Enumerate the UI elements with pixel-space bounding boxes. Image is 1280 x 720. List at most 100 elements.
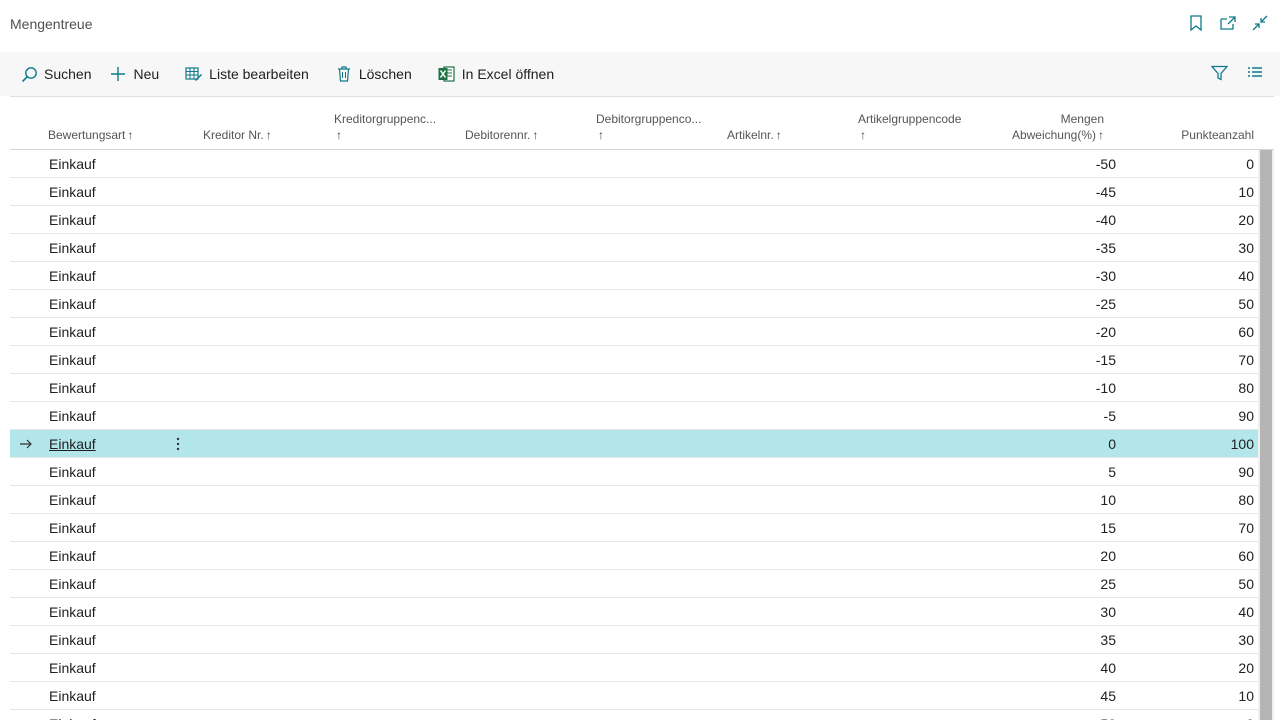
bookmark-icon[interactable]	[1188, 14, 1204, 32]
table-row[interactable]: Einkauf 10 80	[10, 486, 1258, 514]
cell-mengen-abweichung: 10	[1100, 492, 1116, 508]
table-row[interactable]: Einkauf -25 50	[10, 290, 1258, 318]
edit-list-button-label: Liste bearbeiten	[209, 66, 309, 82]
table-row[interactable]: Einkauf -20 60	[10, 318, 1258, 346]
edit-list-button[interactable]: Liste bearbeiten	[185, 52, 309, 96]
cell-bewertungsart: Einkauf	[49, 380, 96, 396]
column-header-debitorgruppen[interactable]: Debitorgruppenco... ↑	[596, 111, 701, 143]
cell-bewertungsart: Einkauf	[49, 688, 96, 704]
search-button-label: Suchen	[44, 66, 92, 82]
cell-punkteanzahl: 60	[1238, 324, 1254, 340]
action-list: Suchen Neu Liste bearbeiten Löschen In E…	[20, 52, 580, 96]
cell-bewertungsart: Einkauf	[49, 464, 96, 480]
cell-punkteanzahl: 20	[1238, 660, 1254, 676]
delete-button-label: Löschen	[358, 66, 412, 82]
table-row[interactable]: Einkauf -10 80	[10, 374, 1258, 402]
table-row[interactable]: Einkauf 20 60	[10, 542, 1258, 570]
table-row[interactable]: Einkauf -35 30	[10, 234, 1258, 262]
delete-button[interactable]: Löschen	[335, 52, 412, 96]
cell-mengen-abweichung: -40	[1095, 212, 1116, 228]
cell-mengen-abweichung: 15	[1100, 520, 1116, 536]
data-grid: Bewertungsart ↑ Kreditor Nr. ↑ Kreditorgru…	[10, 96, 1274, 720]
sort-ascending-icon: ↑	[532, 128, 539, 142]
action-bar: Suchen Neu Liste bearbeiten Löschen In E…	[0, 52, 1280, 96]
cell-mengen-abweichung: 35	[1100, 632, 1116, 648]
table-row[interactable]: Einkauf 0 100	[10, 430, 1258, 458]
column-header-debitorennr[interactable]: Debitorennr. ↑	[465, 127, 538, 143]
column-header-punkteanzahl[interactable]: Punkteanzahl	[1134, 127, 1254, 143]
column-header-kreditorgruppen[interactable]: Kreditorgruppenc... ↑	[334, 111, 436, 143]
sort-ascending-icon: ↑	[336, 128, 342, 142]
row-more-options-icon[interactable]	[172, 434, 184, 454]
column-header-label: Artikelgruppencode	[858, 112, 962, 126]
column-header-kreditor[interactable]: Kreditor Nr. ↑	[203, 127, 272, 143]
table-row[interactable]: Einkauf 15 70	[10, 514, 1258, 542]
cell-bewertungsart: Einkauf	[49, 212, 96, 228]
table-row[interactable]: Einkauf 25 50	[10, 570, 1258, 598]
table-row[interactable]: Einkauf 30 40	[10, 598, 1258, 626]
cell-mengen-abweichung: 20	[1100, 548, 1116, 564]
cell-punkteanzahl: 0	[1246, 156, 1254, 172]
cell-punkteanzahl: 80	[1238, 492, 1254, 508]
grid-rows: Einkauf -50 0 Einkauf -45 10 Einkauf -40 20 Einka…	[10, 150, 1258, 720]
cell-mengen-abweichung: -45	[1095, 184, 1116, 200]
open-in-excel-button[interactable]: In Excel öffnen	[438, 52, 554, 96]
cell-punkteanzahl: 30	[1238, 632, 1254, 648]
cell-bewertungsart: Einkauf	[49, 240, 96, 256]
column-header-bewertungsart[interactable]: Bewertungsart ↑	[48, 127, 133, 143]
cell-bewertungsart[interactable]: Einkauf	[49, 436, 96, 452]
cell-punkteanzahl: 80	[1238, 380, 1254, 396]
title-bar: Mengentreue	[0, 0, 1280, 52]
sort-ascending-icon: ↑	[598, 128, 604, 142]
sort-ascending-icon: ↑	[265, 128, 272, 142]
table-row[interactable]: Einkauf 35 30	[10, 626, 1258, 654]
cell-mengen-abweichung: 25	[1100, 576, 1116, 592]
column-header-label: Punkteanzahl	[1181, 128, 1254, 142]
title-actions	[1188, 14, 1268, 32]
table-row[interactable]: Einkauf -5 90	[10, 402, 1258, 430]
cell-mengen-abweichung: 45	[1100, 688, 1116, 704]
table-row[interactable]: Einkauf 5 90	[10, 458, 1258, 486]
cell-punkteanzahl: 50	[1238, 296, 1254, 312]
column-header-label: Bewertungsart	[48, 128, 126, 142]
cell-mengen-abweichung: 5	[1108, 464, 1116, 480]
table-row[interactable]: Einkauf -50 0	[10, 150, 1258, 178]
new-button[interactable]: Neu	[109, 52, 159, 96]
sort-ascending-icon: ↑	[1098, 128, 1104, 142]
cell-mengen-abweichung: -5	[1103, 408, 1116, 424]
cell-punkteanzahl: 10	[1238, 184, 1254, 200]
table-row[interactable]: Einkauf -30 40	[10, 262, 1258, 290]
table-row[interactable]: Einkauf -40 20	[10, 206, 1258, 234]
column-header-artikelnr[interactable]: Artikelnr. ↑	[727, 127, 782, 143]
list-view-icon[interactable]	[1246, 64, 1264, 82]
cell-mengen-abweichung: -10	[1095, 380, 1116, 396]
table-row[interactable]: Einkauf -45 10	[10, 178, 1258, 206]
cell-punkteanzahl: 20	[1238, 212, 1254, 228]
search-icon	[20, 65, 38, 83]
grid-header: Bewertungsart ↑ Kreditor Nr. ↑ Kreditorgru…	[10, 96, 1274, 150]
vertical-scrollbar[interactable]	[1258, 150, 1274, 720]
cell-mengen-abweichung: -50	[1095, 156, 1116, 172]
excel-icon	[438, 65, 456, 83]
search-button[interactable]: Suchen	[20, 52, 91, 96]
cell-mengen-abweichung: 40	[1100, 660, 1116, 676]
cell-punkteanzahl: 60	[1238, 548, 1254, 564]
cell-punkteanzahl: 40	[1238, 604, 1254, 620]
cell-punkteanzahl: 40	[1238, 268, 1254, 284]
new-button-label: Neu	[133, 66, 160, 82]
collapse-icon[interactable]	[1252, 14, 1268, 32]
cell-bewertungsart: Einkauf	[49, 604, 96, 620]
cell-bewertungsart: Einkauf	[49, 268, 96, 284]
column-header-mengen-abweichung[interactable]: Mengen Abweichung(%) ↑	[964, 111, 1104, 143]
open-in-new-window-icon[interactable]	[1220, 14, 1236, 32]
cell-punkteanzahl: 50	[1238, 576, 1254, 592]
current-row-arrow-icon	[18, 436, 34, 452]
cell-punkteanzahl: 10	[1238, 688, 1254, 704]
table-row[interactable]: Einkauf 45 10	[10, 682, 1258, 710]
table-row[interactable]: Einkauf 40 20	[10, 654, 1258, 682]
scrollbar-thumb[interactable]	[1260, 150, 1272, 720]
column-header-artikelgruppen[interactable]: Artikelgruppencode ↑	[858, 111, 961, 143]
filter-icon[interactable]	[1210, 64, 1228, 82]
table-row[interactable]: Einkauf 50 0	[10, 710, 1258, 720]
table-row[interactable]: Einkauf -15 70	[10, 346, 1258, 374]
